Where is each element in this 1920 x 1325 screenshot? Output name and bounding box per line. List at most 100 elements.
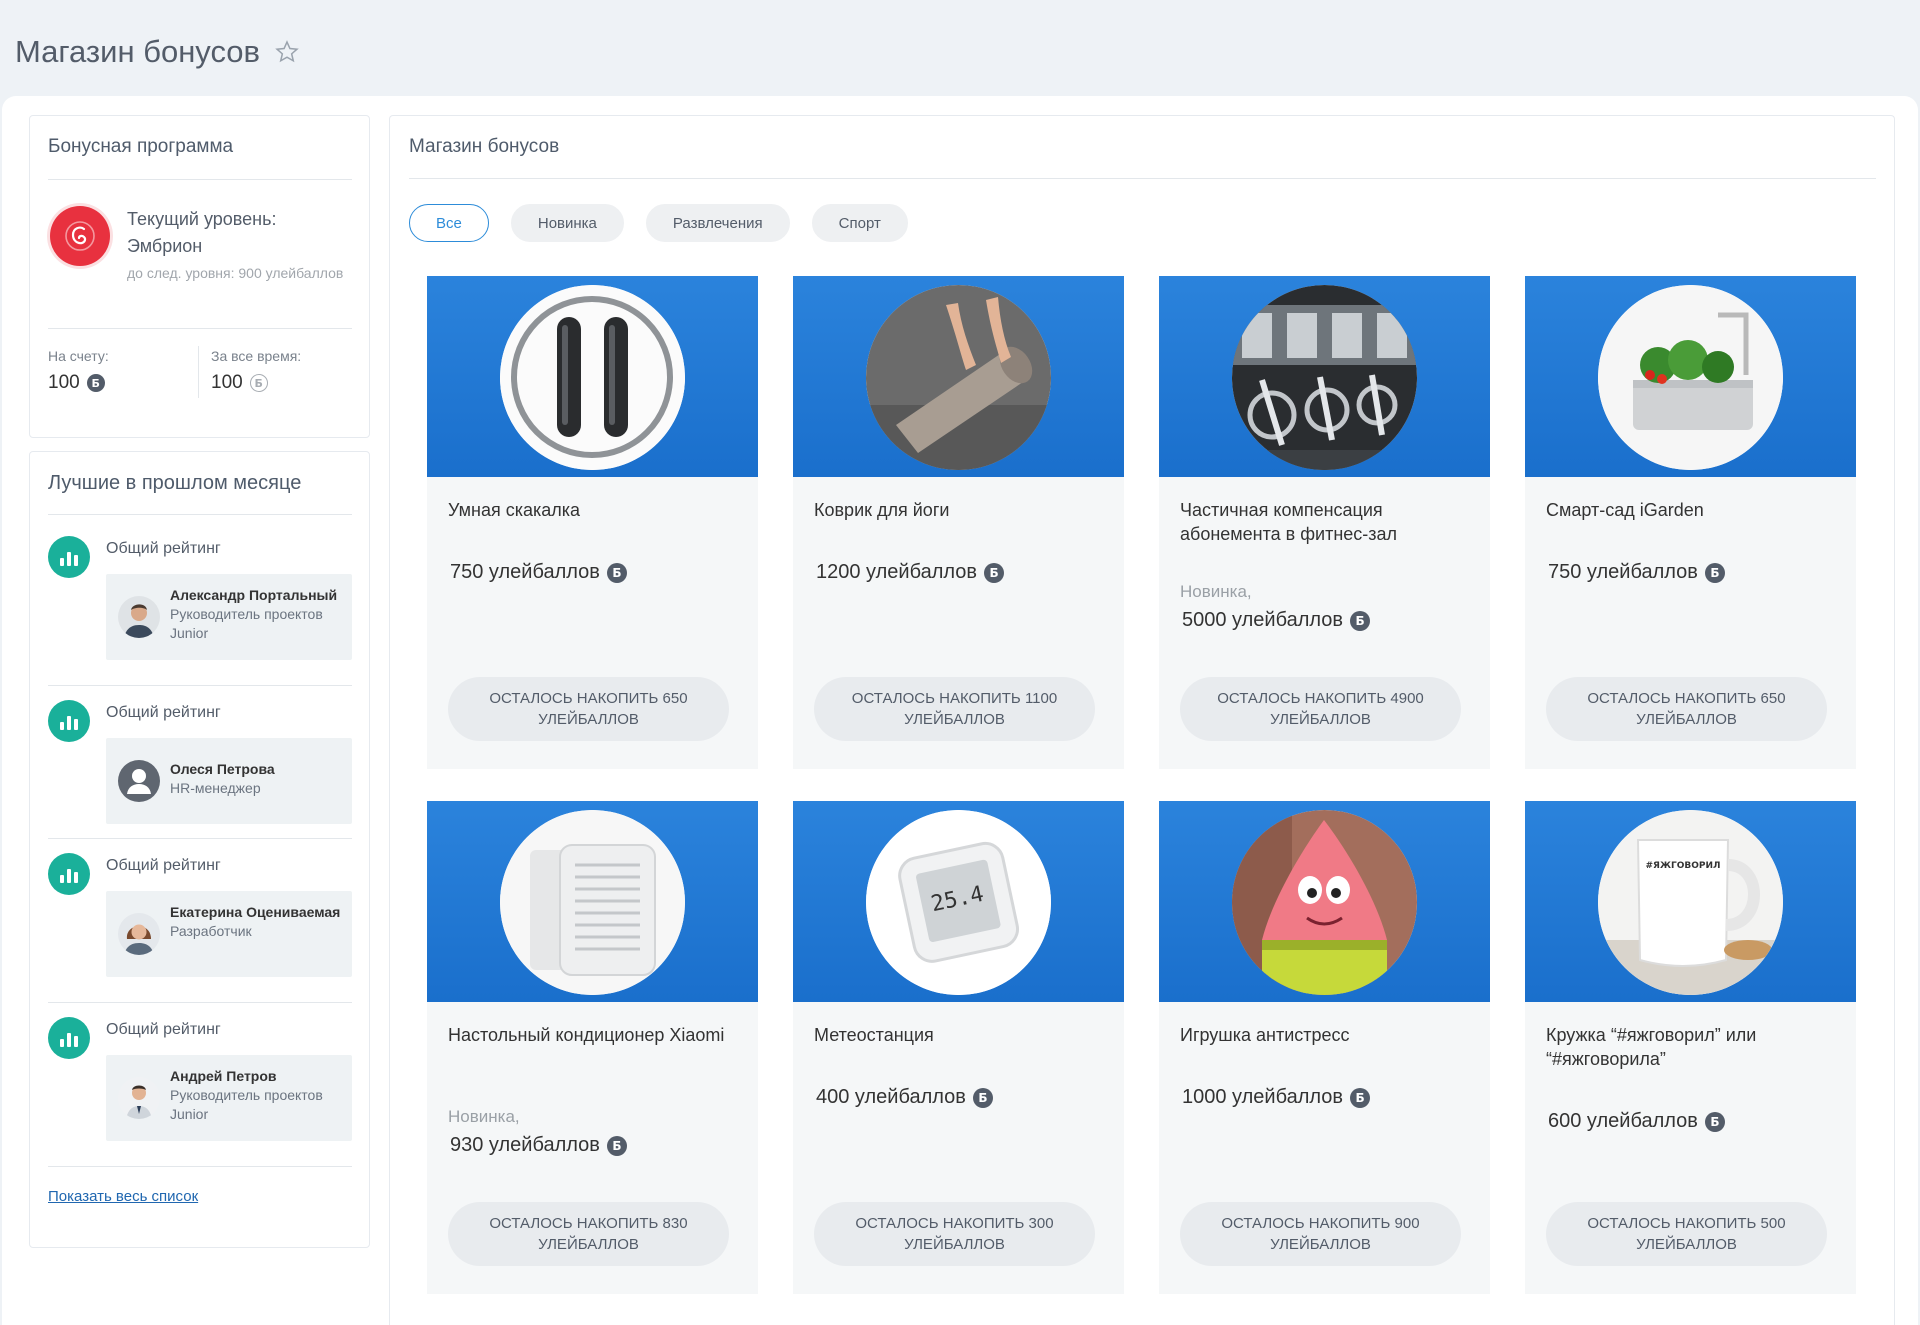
remaining-button[interactable]: ОСТАЛОСЬ НАКОПИТЬ 300 УЛЕЙБАЛЛОВ (814, 1202, 1095, 1266)
show-all-link[interactable]: Показать весь список (48, 1188, 198, 1205)
product-card[interactable]: Умная скакалка 750 улейбаллов Б ОСТАЛОСЬ… (427, 276, 758, 769)
person-card[interactable]: Александр Портальный Руководитель проект… (106, 574, 352, 660)
price-text: 1000 улейбаллов (1182, 1086, 1344, 1108)
product-price: 1000 улейбаллов Б (1182, 1086, 1371, 1109)
total-value: 100 Б (211, 372, 268, 394)
person-role: Разработчик (170, 923, 252, 939)
coin-icon: Б (606, 562, 627, 583)
person-name[interactable]: Екатерина Оцениваемая (170, 903, 350, 922)
person-role: Руководитель проектов Junior (170, 1087, 323, 1122)
product-image-area (1159, 276, 1490, 477)
rating-chart-icon (48, 536, 90, 578)
rating-chart-icon (48, 1017, 90, 1059)
divider (409, 178, 1876, 179)
plush-toy-image (1232, 810, 1417, 995)
coin-icon: Б (1704, 562, 1725, 583)
next-level-text: до след. уровня: 900 улейбаллов (127, 265, 344, 281)
leaders-panel-title: Лучшие в прошлом месяце (48, 472, 302, 494)
divider (48, 514, 352, 515)
top-bar: Магазин бонусов (0, 0, 1920, 96)
rating-chart-icon (48, 700, 90, 742)
bonus-panel-title: Бонусная программа (48, 136, 234, 157)
total-amount: 100 (211, 372, 243, 393)
person-role: Руководитель проектов Junior (170, 606, 323, 641)
divider (48, 685, 352, 686)
product-title: Смарт-сад iGarden (1546, 500, 1704, 520)
remaining-button[interactable]: ОСТАЛОСЬ НАКОПИТЬ 4900 УЛЕЙБАЛЛОВ (1180, 677, 1461, 741)
person-card[interactable]: Екатерина Оцениваемая Разработчик (106, 891, 352, 977)
divider (48, 838, 352, 839)
product-price: 5000 улейбаллов Б (1182, 609, 1371, 632)
product-card[interactable]: Коврик для йоги 1200 улейбаллов Б ОСТАЛО… (793, 276, 1124, 769)
filter-new[interactable]: Новинка (510, 204, 624, 242)
filter-entertainment[interactable]: Развлечения (645, 204, 790, 242)
page-title-text: Магазин бонусов (15, 34, 261, 69)
product-card[interactable]: 25.4 Метеостанция 400 улейбаллов Б ОСТАЛ… (793, 801, 1124, 1294)
person-name[interactable]: Александр Портальный (170, 586, 350, 605)
leader-item: Общий рейтинг Екатерина Оцениваемая Разр… (48, 853, 352, 1003)
rating-label: Общий рейтинг (106, 540, 221, 557)
avatar (118, 913, 160, 955)
person-name[interactable]: Андрей Петров (170, 1067, 350, 1086)
product-tag: Новинка, (448, 1107, 520, 1126)
product-price: 930 улейбаллов Б (450, 1134, 627, 1157)
jump-rope-image (500, 285, 685, 470)
coin-icon: Б (1350, 610, 1371, 631)
coin-outline-icon: Б (249, 374, 268, 392)
yoga-mat-image (866, 285, 1051, 470)
product-price: 750 улейбаллов Б (1548, 561, 1725, 584)
balance-value: 100 Б (48, 372, 105, 394)
rating-chart-icon (48, 853, 90, 895)
total-label: За все время: (211, 348, 302, 364)
coin-icon: Б (1704, 1111, 1725, 1132)
product-price: 1200 улейбаллов Б (816, 561, 1005, 584)
product-price: 400 улейбаллов Б (816, 1086, 993, 1109)
product-card[interactable]: Смарт-сад iGarden 750 улейбаллов Б ОСТАЛ… (1525, 276, 1856, 769)
avatar (118, 596, 160, 638)
avatar (118, 1077, 160, 1119)
remaining-button[interactable]: ОСТАЛОСЬ НАКОПИТЬ 650 УЛЕЙБАЛЛОВ (448, 677, 729, 741)
person-card[interactable]: Олеся Петрова HR-менеджер (106, 738, 352, 824)
level-label: Текущий уровень: (127, 209, 277, 229)
price-text: 750 улейбаллов (450, 561, 600, 583)
product-image-area (1525, 276, 1856, 477)
product-card[interactable]: #ЯЖГОВОРИЛ Кружка “#яжговорил” или “#яжг… (1525, 801, 1856, 1294)
divider (48, 1166, 352, 1167)
remaining-button[interactable]: ОСТАЛОСЬ НАКОПИТЬ 500 УЛЕЙБАЛЛОВ (1546, 1202, 1827, 1266)
person-info: Александр Портальный Руководитель проект… (170, 586, 350, 643)
level-info: Текущий уровень: Эмбрион до след. уровня… (127, 206, 357, 285)
remaining-button[interactable]: ОСТАЛОСЬ НАКОПИТЬ 650 УЛЕЙБАЛЛОВ (1546, 677, 1827, 741)
leaders-panel: Лучшие в прошлом месяце Общий рейтинг Ал… (29, 451, 370, 1248)
balance-label: На счету: (48, 348, 109, 364)
product-card[interactable]: Настольный кондиционер Xiaomi Новинка, 9… (427, 801, 758, 1294)
price-text: 5000 улейбаллов (1182, 609, 1344, 631)
air-conditioner-image (500, 810, 685, 995)
product-image-area (793, 276, 1124, 477)
coin-icon: Б (1350, 1087, 1371, 1108)
person-info: Андрей Петров Руководитель проектов Juni… (170, 1067, 350, 1124)
leader-item: Общий рейтинг Андрей Петров Руководитель… (48, 1017, 352, 1167)
product-title: Умная скакалка (448, 500, 581, 520)
default-user-icon (118, 760, 160, 802)
filter-all[interactable]: Все (409, 204, 489, 242)
remaining-button[interactable]: ОСТАЛОСЬ НАКОПИТЬ 830 УЛЕЙБАЛЛОВ (448, 1202, 729, 1266)
star-icon[interactable] (274, 39, 300, 65)
product-card[interactable]: Частичная компенсация абонемента в фитне… (1159, 276, 1490, 769)
remaining-button[interactable]: ОСТАЛОСЬ НАКОПИТЬ 900 УЛЕЙБАЛЛОВ (1180, 1202, 1461, 1266)
leader-item: Общий рейтинг Олеся Петрова HR-менеджер (48, 700, 352, 850)
price-text: 1200 улейбаллов (816, 561, 978, 583)
divider (48, 328, 352, 329)
remaining-button[interactable]: ОСТАЛОСЬ НАКОПИТЬ 1100 УЛЕЙБАЛЛОВ (814, 677, 1095, 741)
product-price: 750 улейбаллов Б (450, 561, 627, 584)
filter-sport[interactable]: Спорт (811, 204, 908, 242)
person-card[interactable]: Андрей Петров Руководитель проектов Juni… (106, 1055, 352, 1141)
product-price: 600 улейбаллов Б (1548, 1110, 1725, 1133)
product-card[interactable]: Игрушка антистресс 1000 улейбаллов Б ОСТ… (1159, 801, 1490, 1294)
mug-image: #ЯЖГОВОРИЛ (1598, 810, 1783, 995)
product-image-area: #ЯЖГОВОРИЛ (1525, 801, 1856, 1002)
person-role: HR-менеджер (170, 780, 261, 796)
smart-garden-image (1598, 285, 1783, 470)
person-name[interactable]: Олеся Петрова (170, 760, 350, 779)
embryo-icon (65, 221, 95, 251)
price-text: 400 улейбаллов (816, 1086, 966, 1108)
